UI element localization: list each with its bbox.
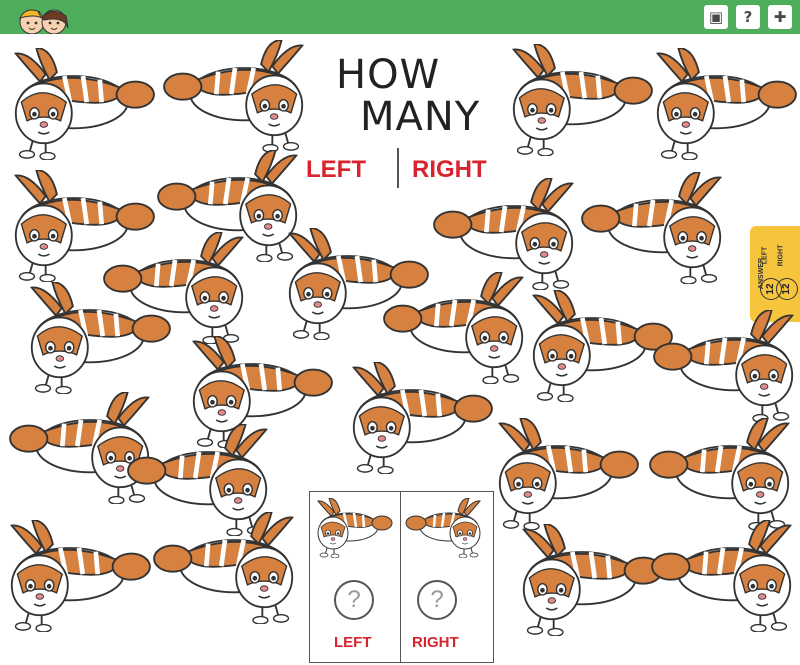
rabbit-left-facing[interactable] <box>4 519 154 637</box>
rabbit-left-facing[interactable] <box>24 281 174 399</box>
left-answer-circle[interactable]: ? <box>334 580 374 620</box>
title-how: HOW <box>336 52 441 98</box>
answer-tab[interactable]: ANSWER 12 LEFT 12 RIGHT <box>750 226 800 322</box>
maze-icon[interactable]: ▣ <box>704 5 728 29</box>
rabbit-right-facing[interactable] <box>578 171 728 289</box>
rabbit-left-facing[interactable] <box>506 43 656 161</box>
rabbit-right-facing[interactable] <box>650 309 800 427</box>
rabbit-left-facing[interactable] <box>650 47 800 165</box>
direction-left-label: LEFT <box>306 156 366 183</box>
toolbar: ▣ ? ✚ <box>704 5 792 29</box>
rabbit-left-facing[interactable] <box>346 361 496 479</box>
title-many: MANY <box>360 94 481 140</box>
answer-left-label: LEFT <box>761 246 769 265</box>
right-answer-circle[interactable]: ? <box>417 580 457 620</box>
answer-right-label: RIGHT <box>777 244 785 267</box>
rabbit-right-facing[interactable] <box>646 417 796 535</box>
question-icon[interactable]: ? <box>736 5 760 29</box>
rabbit-left-facing[interactable] <box>516 523 666 641</box>
header-bar: ▣ ? ✚ <box>0 0 800 34</box>
answer-box-right-rabbit <box>404 497 484 563</box>
answer-box-left-rabbit <box>314 497 394 563</box>
direction-divider <box>397 148 399 188</box>
left-answer-label: LEFT <box>334 634 372 651</box>
answer-box-divider <box>400 492 401 662</box>
right-answer-label: RIGHT <box>412 634 459 651</box>
rabbit-right-facing[interactable] <box>150 511 300 629</box>
rabbit-right-facing[interactable] <box>160 39 310 157</box>
rabbit-left-facing[interactable] <box>492 417 642 535</box>
answer-right-count: 12 <box>776 278 798 300</box>
rabbit-right-facing[interactable] <box>648 519 798 637</box>
puzzle-piece-icon[interactable]: ✚ <box>768 5 792 29</box>
answer-box: ? ? LEFT RIGHT <box>309 491 494 663</box>
kids-logo-icon <box>19 9 69 34</box>
rabbit-left-facing[interactable] <box>8 47 158 165</box>
